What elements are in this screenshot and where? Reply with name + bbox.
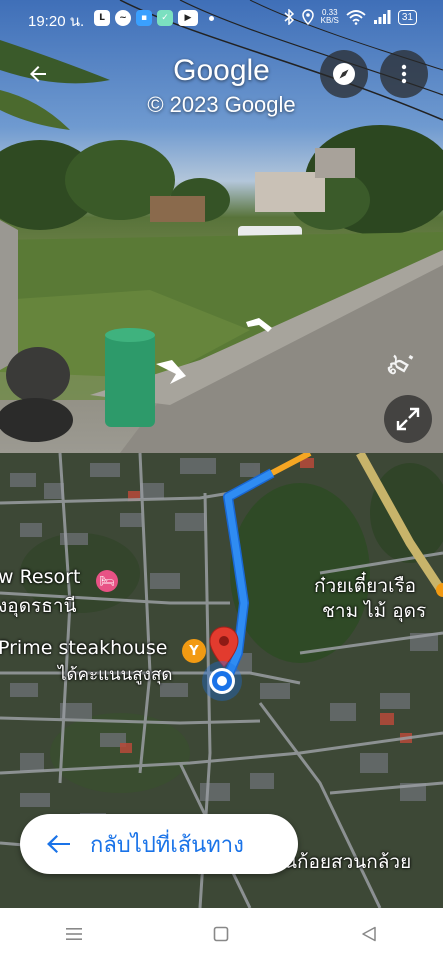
menu-icon — [65, 928, 82, 940]
home-square-icon — [214, 926, 229, 942]
street-view-panel[interactable]: ซ. Google © 2023 Google — [0, 0, 443, 453]
location-icon — [301, 9, 314, 25]
wifi-icon — [346, 10, 366, 25]
compass-icon — [333, 63, 355, 85]
line-app-icon: L — [94, 10, 110, 26]
more-vert-icon — [401, 64, 407, 84]
network-speed: 0.33 KB/S — [321, 9, 339, 25]
speed-unit: KB/S — [320, 16, 339, 25]
expand-icon — [396, 407, 420, 431]
bluetooth-icon — [284, 9, 294, 25]
teal-app-icon: ✓ — [157, 10, 173, 26]
restaurant-poi-icon[interactable] — [436, 583, 443, 597]
return-to-route-label: กลับไปที่เส้นทาง — [90, 832, 244, 858]
street-nav-forward-arrow[interactable] — [244, 318, 274, 336]
more-options-button[interactable] — [380, 50, 428, 98]
battery-indicator: 31 — [397, 9, 417, 25]
map-label-resort[interactable]: w Resort — [0, 566, 80, 588]
status-time: 19:20 น. — [28, 13, 85, 30]
arrow-left-icon — [47, 835, 70, 853]
youtube-app-icon: ▶ — [178, 10, 198, 26]
map-label-noodle-sub: ชาม ไม้ อุดร — [322, 600, 427, 622]
system-nav-bar — [0, 908, 443, 960]
map-label-bottom-place: นก้อยสวนกล้วย — [284, 851, 412, 873]
return-to-route-button[interactable]: กลับไปที่เส้นทาง — [20, 814, 298, 874]
home-button[interactable] — [191, 914, 251, 954]
expand-button[interactable] — [384, 395, 432, 443]
street-view-copyright: © 2023 Google — [147, 92, 296, 117]
messenger-app-icon: ~ — [115, 10, 131, 26]
street-view-brand: Google — [173, 54, 270, 87]
status-bar: 19:20 น. L ~ ▪ ✓ ▶ 0.33 KB/S 31 — [0, 0, 443, 38]
more-notifications-icon — [209, 15, 214, 21]
notification-icons: L ~ ▪ ✓ ▶ — [94, 10, 214, 26]
current-location-icon — [202, 661, 242, 701]
status-right: 0.33 KB/S 31 — [283, 9, 417, 25]
system-back-button[interactable] — [339, 914, 399, 954]
blue-app-icon: ▪ — [136, 10, 152, 26]
back-triangle-icon — [362, 926, 376, 942]
recent-apps-button[interactable] — [44, 914, 104, 954]
hotel-poi-icon[interactable]: 🛏 — [96, 570, 118, 592]
compass-button[interactable] — [320, 50, 368, 98]
street-nav-back-arrow[interactable] — [152, 360, 188, 386]
map-label-steakhouse-sub: ได้คะแนนสูงสุด — [58, 665, 173, 685]
signal-icon — [373, 10, 391, 24]
map-label-steakhouse[interactable]: Prime steakhouse — [0, 637, 167, 659]
map-label-resort-sub: งอุดรธานี — [0, 595, 77, 617]
